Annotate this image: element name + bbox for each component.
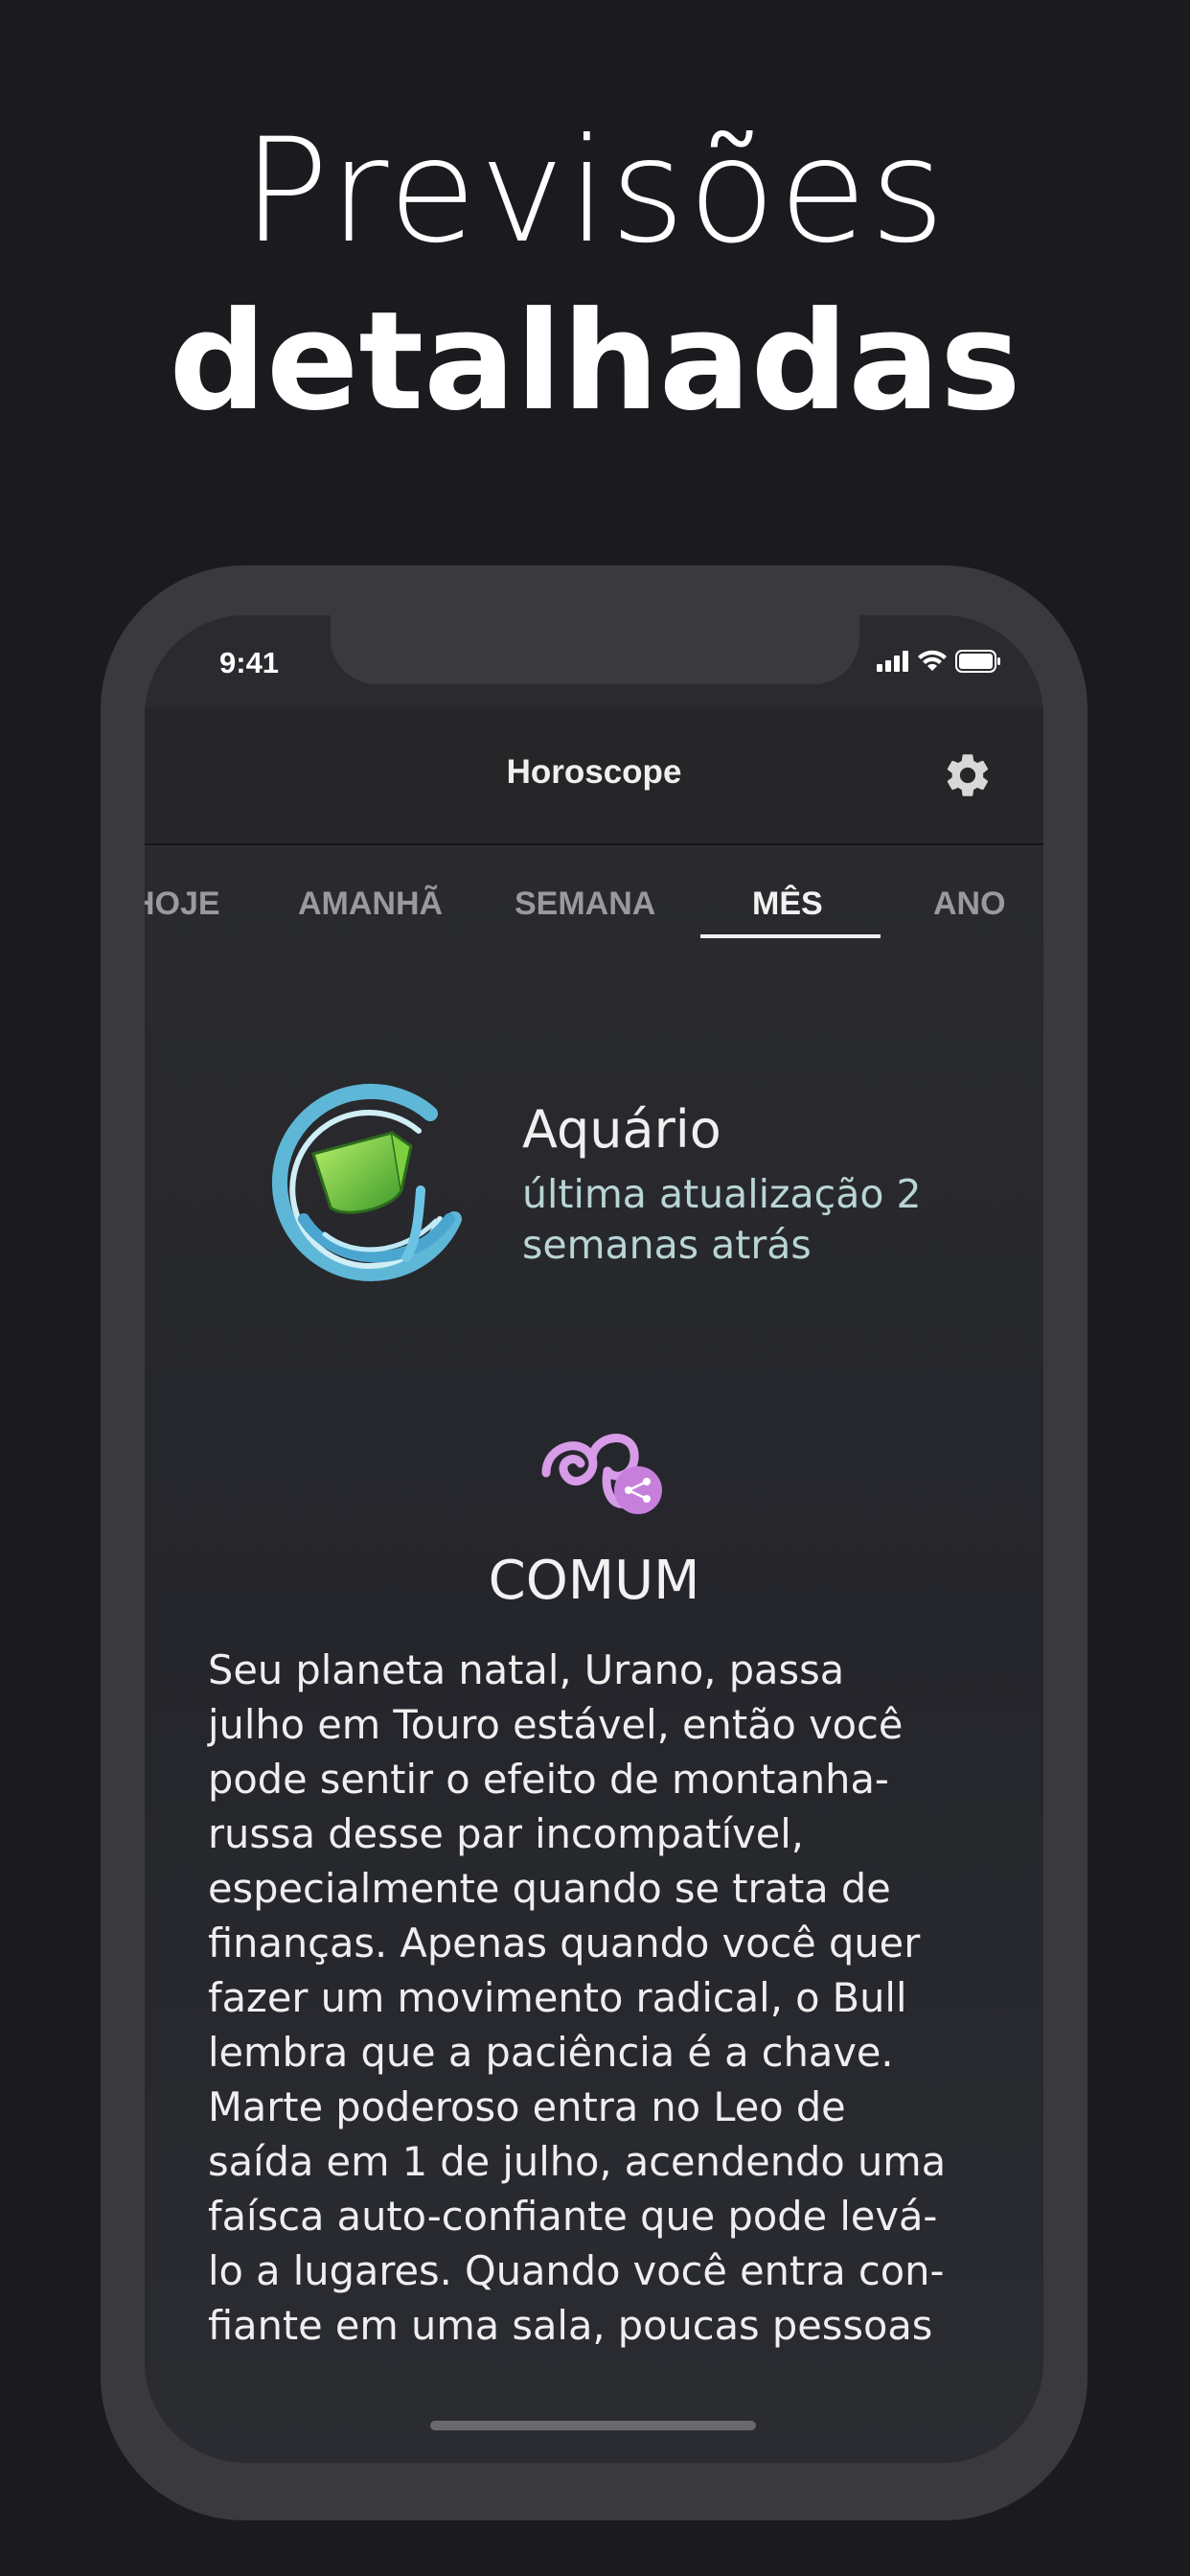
planets-icon[interactable] bbox=[537, 1415, 663, 1521]
phone-screen: 9:41 Horoscope OJE AMANHÃ SEMANA MÊS ANO… bbox=[145, 615, 1043, 2463]
aquarius-icon bbox=[271, 1083, 462, 1281]
horoscope-text: Seu planeta natal, Urano, passa julho em… bbox=[208, 1646, 947, 2349]
status-time: 9:41 bbox=[219, 646, 280, 679]
last-updated: última atualização 2 semanas atrás bbox=[522, 1171, 922, 1268]
app-bar: Horoscope bbox=[145, 707, 1043, 845]
headline-line-1: Previsões bbox=[241, 108, 949, 275]
headline-line-2: detalhadas bbox=[169, 283, 1021, 441]
signal-icon bbox=[877, 651, 908, 672]
sign-name: Aquário bbox=[522, 1099, 721, 1160]
tab-hoje[interactable]: HOJE bbox=[145, 886, 220, 923]
wifi-icon bbox=[918, 650, 947, 671]
period-tabs: HOJE AMANHÃ SEMANA MÊS ANO bbox=[145, 845, 1043, 960]
gear-icon[interactable] bbox=[942, 749, 994, 801]
active-tab-indicator bbox=[700, 934, 881, 938]
tab-semana[interactable]: SEMANA bbox=[515, 886, 655, 923]
notch bbox=[331, 615, 859, 684]
battery-icon bbox=[955, 650, 1000, 673]
status-icons bbox=[877, 650, 1001, 673]
tab-amanha[interactable]: AMANHÃ bbox=[298, 886, 443, 923]
phone-frame: 9:41 Horoscope OJE AMANHÃ SEMANA MÊS ANO… bbox=[101, 565, 1087, 2520]
tab-ano[interactable]: ANO bbox=[933, 886, 1006, 923]
promo-headline: Previsões detalhadas bbox=[0, 110, 1190, 450]
tab-mes[interactable]: MÊS bbox=[752, 886, 823, 923]
section-title: COMUM bbox=[488, 1550, 700, 1612]
home-indicator[interactable] bbox=[430, 2421, 756, 2430]
app-title: Horoscope bbox=[506, 753, 682, 791]
